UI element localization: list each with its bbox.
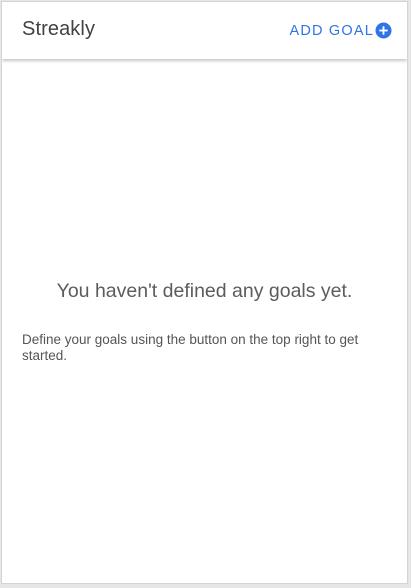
- app-bar: Streakly ADD GOAL: [2, 2, 407, 59]
- add-goal-button[interactable]: ADD GOAL: [289, 22, 392, 39]
- add-goal-label: ADD GOAL: [289, 22, 374, 39]
- app-window: Streakly ADD GOAL You haven't defined an…: [1, 1, 408, 584]
- plus-circle-icon: [375, 22, 392, 39]
- empty-state-title: You haven't defined any goals yet.: [56, 280, 353, 302]
- empty-state-description: Define your goals using the button on th…: [22, 332, 359, 363]
- app-title: Streakly: [22, 18, 96, 40]
- main-content: You haven't defined any goals yet. Defin…: [2, 59, 407, 583]
